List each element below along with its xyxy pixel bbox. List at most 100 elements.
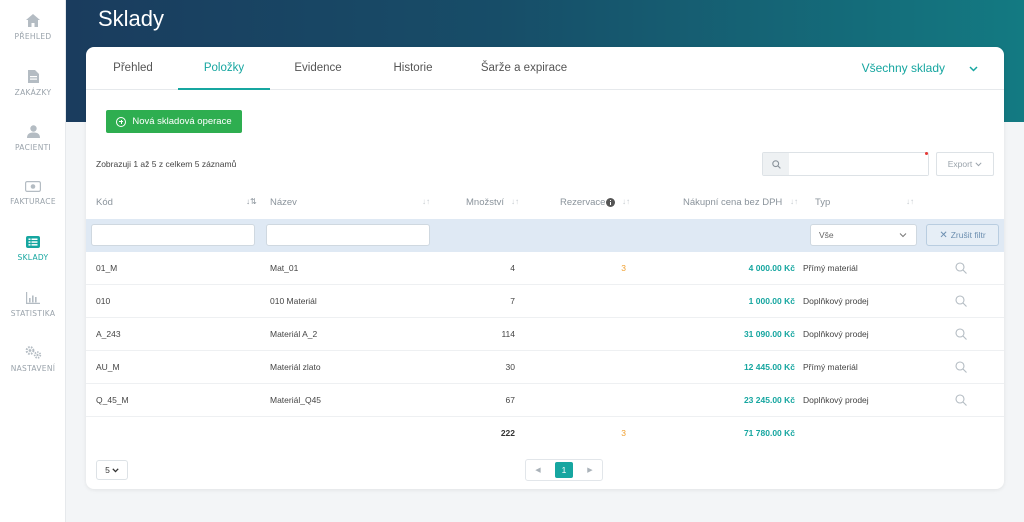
cell-code: AU_M [96,362,120,372]
sidebar-item-sklady[interactable]: SKLADY [0,236,66,288]
type-filter-value: Vše [819,230,834,240]
sort-icon[interactable]: ↓↑ [906,197,914,206]
document-icon [27,70,39,83]
home-icon [26,14,40,27]
cell-qty: 67 [505,395,515,405]
cell-qty: 7 [510,296,515,306]
cell-reservation [576,318,626,351]
tab-evidence[interactable]: Evidence [278,47,358,90]
table-row[interactable]: Q_45_M Materiál_Q45 67 23 245.00 Kč Dopl… [86,384,1004,417]
gears-icon [25,346,41,359]
new-operation-button[interactable]: Nová skladová operace [106,110,242,133]
cell-type: Doplňkový prodej [803,329,869,339]
sidebar-item-label: PŘEHLED [14,32,52,41]
search-icon[interactable] [955,262,967,274]
pagination: ◀ 1 ▶ [525,459,603,481]
search-icon[interactable] [955,394,967,406]
new-operation-label: Nová skladová operace [132,116,232,127]
list-icon [26,236,40,248]
sort-icon[interactable]: ↓↑ [790,197,798,206]
cell-reservation: 3 [621,263,626,273]
column-header-price[interactable]: Nákupní cena bez DPH [683,197,782,208]
tab-polozky[interactable]: Položky [178,47,270,90]
sidebar-item-prehled[interactable]: PŘEHLED [0,14,66,66]
records-info: Zobrazuji 1 až 5 z celkem 5 záznamů [96,159,237,169]
total-price: 71 780.00 Kč [743,428,795,438]
cell-qty: 30 [505,362,515,372]
chevron-right-icon: ▶ [587,467,593,474]
warehouse-select[interactable]: Všechny sklady [862,47,978,90]
type-filter-select[interactable]: Vše [810,224,917,246]
page-title: Sklady [98,6,165,31]
table-row[interactable]: 010 010 Materiál 7 1 000.00 Kč Doplňkový… [86,285,1004,318]
cell-price: 4 000.00 Kč [748,263,795,273]
cell-code: 010 [96,296,111,306]
cell-reservation [576,351,626,384]
code-filter-input[interactable] [91,224,255,246]
cell-price: 1 000.00 Kč [748,296,795,306]
sidebar-item-statistika[interactable]: STATISTIKA [0,292,66,344]
tab-historie[interactable]: Historie [376,47,450,90]
page-size-select[interactable]: 5 [96,460,128,480]
column-header-type[interactable]: Typ [815,197,830,208]
required-indicator [925,152,928,155]
name-filter-input[interactable] [266,224,430,246]
cell-type: Doplňkový prodej [803,395,869,405]
column-header-reservation[interactable]: Rezervace [560,197,605,208]
chevron-left-icon: ◀ [535,467,541,474]
column-header-code[interactable]: Kód [96,197,113,208]
cell-reservation [576,285,626,318]
column-header-name[interactable]: Název [270,197,297,208]
search-icon[interactable] [955,328,967,340]
sidebar-item-pacienti[interactable]: PACIENTI [0,125,66,177]
chevron-down-icon [969,65,978,72]
current-page-button[interactable]: 1 [555,462,573,478]
chevron-down-icon [975,161,982,166]
chart-icon [26,292,40,304]
chevron-down-icon [112,467,119,473]
filter-row: Vše ✕ Zrušit filtr [86,219,1004,252]
table-row[interactable]: 01_M Mat_01 4 3 4 000.00 Kč Přímý materi… [86,252,1004,285]
search-icon [771,159,781,169]
sidebar-item-label: SKLADY [17,253,49,262]
table-row[interactable]: A_243 Materiál A_2 114 31 090.00 Kč Dopl… [86,318,1004,351]
sort-icon[interactable]: ↓↑ [622,197,630,206]
cell-reservation [576,384,626,417]
search-icon[interactable] [955,295,967,307]
cell-qty: 114 [501,329,515,339]
clear-filter-button[interactable]: ✕ Zrušit filtr [926,224,999,246]
table-row[interactable]: AU_M Materiál zlato 30 12 445.00 Kč Přím… [86,351,1004,384]
next-page-button[interactable]: ▶ [578,460,602,480]
sidebar-item-label: NASTAVENÍ [10,364,56,373]
page-size-value: 5 [105,465,110,475]
info-icon[interactable] [606,198,615,207]
cell-name: Materiál A_2 [270,329,318,339]
column-header-qty[interactable]: Množství [466,197,504,208]
warehouse-select-label: Všechny sklady [861,61,945,75]
sort-asc-icon[interactable]: ↓⇅ [246,197,257,206]
search-icon[interactable] [955,361,967,373]
cell-code: Q_45_M [96,395,129,405]
sidebar-item-fakturace[interactable]: FAKTURACE [0,181,66,233]
cell-qty: 4 [510,263,515,273]
sidebar-item-label: ZAKÁZKY [14,88,52,97]
sidebar-item-zakazky[interactable]: ZAKÁZKY [0,70,66,122]
total-qty: 222 [500,428,515,438]
tab-sarze-expirace[interactable]: Šarže a expirace [468,47,580,90]
sidebar-item-nastaveni[interactable]: NASTAVENÍ [0,346,66,398]
sort-icon[interactable]: ↓↑ [422,197,430,206]
cell-name: Materiál_Q45 [270,395,322,405]
search-button[interactable] [763,153,789,175]
cell-price: 23 245.00 Kč [743,395,795,405]
export-button[interactable]: Export [936,152,994,176]
prev-page-button[interactable]: ◀ [526,460,550,480]
tab-prehled[interactable]: Přehled [96,47,170,90]
search-input[interactable] [790,153,928,175]
sidebar-item-label: STATISTIKA [10,309,56,318]
cell-code: 01_M [96,263,118,273]
user-icon [26,125,40,138]
chevron-down-icon [899,233,907,238]
cell-name: Mat_01 [270,263,299,273]
plus-circle-icon [116,116,127,127]
sort-icon[interactable]: ↓↑ [511,197,519,206]
